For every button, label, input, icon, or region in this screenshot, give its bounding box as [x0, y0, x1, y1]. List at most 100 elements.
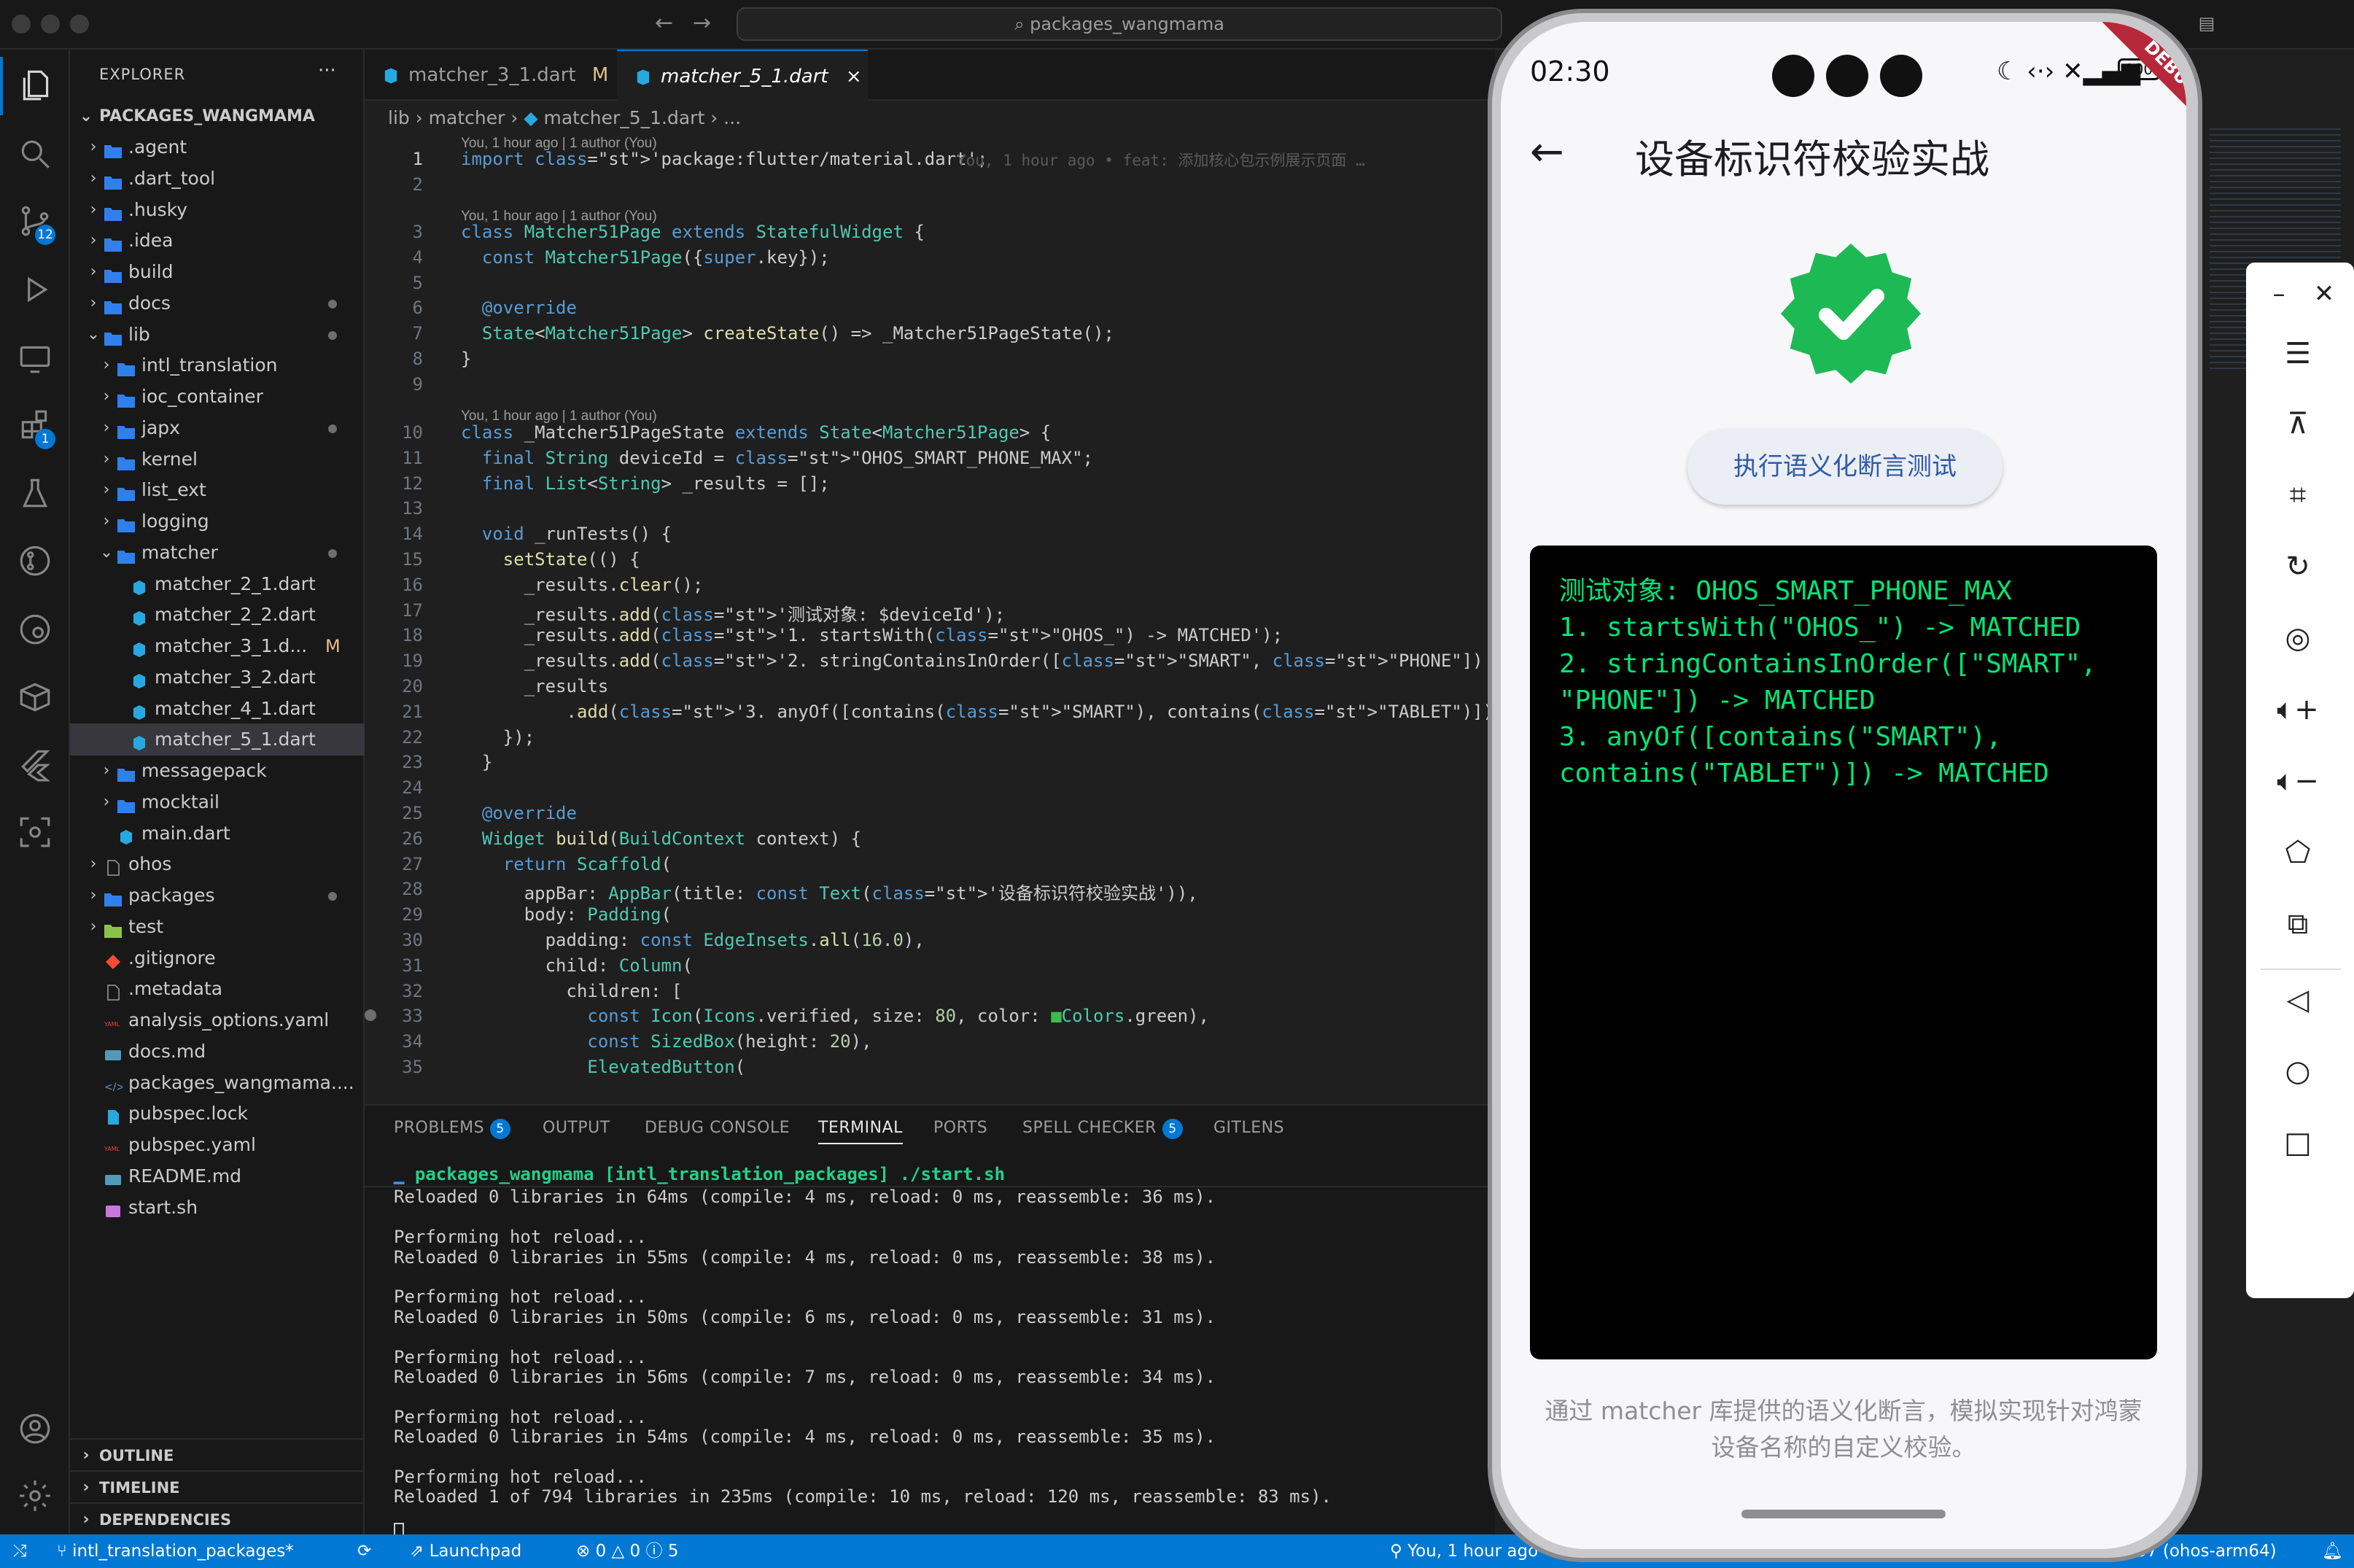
remote-explorer-icon[interactable] — [0, 330, 70, 388]
tree-item[interactable]: › mocktail — [70, 786, 365, 818]
tree-item[interactable]: › ioc_container — [70, 381, 365, 413]
tree-item[interactable]: › intl_translation — [70, 349, 365, 381]
tree-item[interactable]: › messagepack — [70, 755, 365, 787]
tree-item[interactable]: › .husky — [70, 194, 365, 226]
terminal[interactable]: ▁ packages_wangmama [intl_translation_pa… — [365, 1164, 1495, 1542]
tree-item[interactable]: › logging — [70, 505, 365, 537]
workspace-root[interactable]: ⌄ PACKAGES_WANGMAMA — [70, 101, 365, 133]
tree-item[interactable]: main.dart — [70, 818, 365, 850]
tree-item[interactable]: docs.md — [70, 1036, 365, 1068]
tree-item[interactable]: › test — [70, 911, 365, 943]
gitlens-inspect-icon[interactable] — [0, 601, 70, 659]
launchpad-status[interactable]: ⇗ Launchpad — [410, 1534, 521, 1568]
panel-tab-terminal[interactable]: TERMINAL — [818, 1119, 903, 1144]
testing-icon[interactable] — [0, 465, 70, 524]
close-window-button[interactable] — [12, 15, 31, 34]
breadcrumb-lib[interactable]: lib — [388, 107, 410, 128]
search-icon[interactable] — [0, 125, 70, 184]
tree-item[interactable]: matcher_4_1.dart — [70, 693, 365, 725]
tree-item[interactable]: matcher_2_2.dart — [70, 599, 365, 631]
menu-icon[interactable]: ☰ — [2272, 328, 2323, 379]
tree-item[interactable]: › build — [70, 256, 365, 288]
tree-item[interactable]: matcher_3_2.dart — [70, 661, 365, 694]
nav-back-icon[interactable]: ◁ — [2272, 974, 2323, 1025]
inline-blame[interactable]: You, 1 hour ago • feat: 添加核心包示例展示页面 … — [957, 149, 1365, 171]
volume-up-icon[interactable]: 🔈︎+ — [2272, 684, 2323, 735]
tree-item[interactable]: YAML pubspec.yaml — [70, 1129, 365, 1161]
breadcrumb-matcher[interactable]: matcher — [429, 107, 505, 128]
panel-tab-debug-console[interactable]: DEBUG CONSOLE — [645, 1119, 790, 1137]
tree-item[interactable]: › .agent — [70, 131, 365, 163]
gitlens-blame-status[interactable]: ⚲ You, 1 hour ago — [1390, 1534, 1538, 1568]
dependencies-section[interactable]: › DEPENDENCIES — [70, 1502, 365, 1534]
panel-tab-output[interactable]: OUTPUT — [543, 1119, 610, 1137]
layout-sidebar-icon[interactable]: ▤ — [2195, 13, 2218, 35]
code-editor[interactable]: You, 1 hour ago | 1 author (You) You, 1 … — [365, 134, 1495, 1104]
close-tab-icon[interactable]: × — [846, 66, 862, 88]
remote-indicator-icon[interactable]: ⤭ — [13, 1534, 26, 1568]
record-icon[interactable]: ◎ — [2272, 613, 2323, 664]
tab-matcher-5-1[interactable]: matcher_5_1.dart × — [617, 50, 868, 101]
breadcrumb-symbol[interactable]: ... — [723, 107, 741, 128]
minimize-window-button[interactable] — [41, 15, 60, 34]
scan-icon[interactable] — [0, 804, 70, 862]
tree-item[interactable]: ⌄ matcher — [70, 537, 365, 569]
panel-tab-spell-checker[interactable]: SPELL CHECKER 5 — [1022, 1119, 1183, 1139]
run-debug-icon[interactable] — [0, 261, 70, 319]
run-tests-button[interactable]: 执行语义化断言测试 — [1687, 429, 2003, 505]
crop-screenshot-icon[interactable]: ⌗ — [2272, 470, 2323, 521]
tab-matcher-3-1[interactable]: matcher_3_1.dart M — [365, 50, 615, 101]
tree-item[interactable]: .metadata — [70, 973, 365, 1005]
forward-arrow-icon[interactable]: → — [693, 10, 711, 36]
panel-tab-problems[interactable]: PROBLEMS 5 — [394, 1119, 511, 1139]
back-arrow-icon[interactable]: ← — [655, 10, 673, 36]
breadcrumb-file[interactable]: matcher_5_1.dart — [544, 107, 705, 128]
panel-tab-gitlens[interactable]: GITLENS — [1213, 1119, 1284, 1137]
flutter-icon[interactable] — [0, 737, 70, 795]
command-center-search[interactable]: ⌕ packages_wangmama — [737, 7, 1502, 41]
volume-down-icon[interactable]: 🔈︎− — [2272, 756, 2323, 807]
notifications-bell-icon[interactable]: 🔔︎ — [2322, 1534, 2343, 1568]
explorer-icon[interactable] — [0, 57, 70, 115]
tree-item[interactable]: › kernel — [70, 443, 365, 476]
shake-icon[interactable]: ⬠ — [2272, 827, 2323, 878]
timeline-section[interactable]: › TIMELINE — [70, 1470, 365, 1502]
tree-item[interactable]: matcher_3_1.d... M — [70, 630, 365, 662]
tree-item[interactable]: matcher_2_1.dart — [70, 568, 365, 600]
nav-recents-icon[interactable]: □ — [2272, 1117, 2323, 1168]
outline-section[interactable]: › OUTLINE — [70, 1438, 365, 1470]
extensions-icon[interactable]: 1 — [0, 397, 70, 455]
tree-item[interactable]: pubspec.lock — [70, 1098, 365, 1130]
settings-gear-icon[interactable] — [0, 1467, 70, 1526]
zoom-window-button[interactable] — [70, 15, 89, 34]
branch-status[interactable]: ⑂ intl_translation_packages* — [57, 1534, 294, 1568]
tree-item[interactable]: › .dart_tool — [70, 163, 365, 195]
rotate-icon[interactable]: ↻ — [2272, 541, 2323, 592]
tree-item[interactable]: › list_ext — [70, 474, 365, 506]
tree-item[interactable]: ⌄ lib — [70, 319, 365, 351]
tree-item[interactable]: › .idea — [70, 225, 365, 257]
nav-home-icon[interactable]: ○ — [2272, 1046, 2323, 1097]
home-indicator[interactable] — [1741, 1510, 1946, 1518]
source-control-icon[interactable]: 12 — [0, 193, 70, 251]
back-arrow-icon[interactable]: ← — [1530, 128, 1564, 176]
minimize-icon[interactable]: – — [2253, 268, 2304, 319]
tree-item[interactable]: start.sh — [70, 1192, 365, 1224]
containers-icon[interactable] — [0, 668, 70, 726]
tree-item[interactable]: matcher_5_1.dart — [70, 723, 365, 756]
panel-tab-ports[interactable]: PORTS — [933, 1119, 987, 1137]
account-icon[interactable] — [0, 1400, 70, 1459]
tree-item[interactable]: README.md — [70, 1160, 365, 1192]
tree-item[interactable]: YAML analysis_options.yaml — [70, 1004, 365, 1036]
tree-item[interactable]: .gitignore — [70, 942, 365, 974]
sync-icon[interactable]: ⟳ — [357, 1534, 371, 1568]
multi-device-icon[interactable]: ⧉ — [2272, 899, 2323, 950]
close-icon[interactable]: ✕ — [2299, 268, 2350, 319]
problems-status[interactable]: ⊗ 0 △ 0 ⓘ 5 — [576, 1534, 678, 1568]
tree-item[interactable]: </> packages_wangmama.... — [70, 1067, 365, 1099]
gitlens-icon[interactable] — [0, 532, 70, 591]
pin-off-icon[interactable]: ⊼ — [2272, 398, 2323, 449]
tree-item[interactable]: › packages — [70, 880, 365, 912]
explorer-more-button[interactable]: ··· — [318, 60, 336, 82]
tree-item[interactable]: › ohos — [70, 848, 365, 880]
